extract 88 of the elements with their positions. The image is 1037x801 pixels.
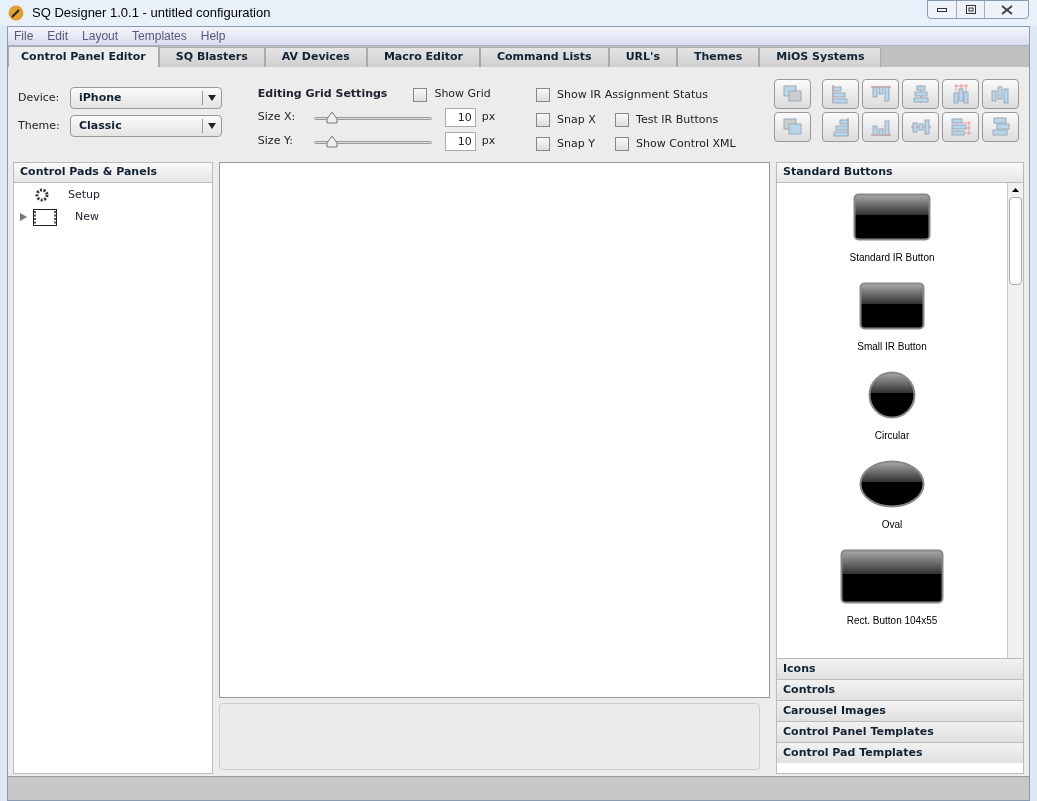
align-icon xyxy=(948,116,973,138)
checkbox[interactable] xyxy=(413,87,428,102)
tab[interactable]: SQ Blasters xyxy=(158,47,265,67)
device-dropdown[interactable]: iPhone xyxy=(70,87,222,109)
align-button[interactable] xyxy=(902,112,939,142)
section-header[interactable]: Carousel Images xyxy=(777,700,1023,721)
tab[interactable]: AV Devices xyxy=(264,47,367,67)
tab[interactable]: Control Panel Editor xyxy=(8,46,159,67)
tab[interactable]: Themes xyxy=(676,47,760,67)
checkbox-label: Show Grid xyxy=(434,86,491,103)
palette-item-label: Small IR Button xyxy=(857,340,927,354)
align-button[interactable] xyxy=(982,79,1019,109)
menu-item[interactable]: Help xyxy=(200,27,226,45)
palette-item-label: Oval xyxy=(881,518,903,532)
align-button[interactable] xyxy=(902,79,939,109)
gear-icon xyxy=(34,187,50,203)
tree-item[interactable]: New xyxy=(14,206,212,228)
menu-item[interactable]: Layout xyxy=(82,27,119,45)
minimize-icon xyxy=(937,6,947,13)
close-icon xyxy=(999,4,1014,15)
number-field[interactable]: 10 xyxy=(444,132,476,151)
palette-item-label: Rect. Button 104x55 xyxy=(846,614,938,628)
tab[interactable]: Command Lists xyxy=(480,47,609,67)
slider-label: Size Y: xyxy=(257,133,294,150)
pencil-app-icon xyxy=(8,5,24,21)
checkbox-label: Show IR Assignment Status xyxy=(557,87,708,103)
menu-item[interactable]: Templates xyxy=(132,27,187,45)
dropdown-arrow-icon xyxy=(207,123,216,129)
tab[interactable]: URL's xyxy=(608,47,677,67)
align-button[interactable] xyxy=(982,112,1019,142)
button-preview[interactable] xyxy=(859,460,925,508)
layer-order-button[interactable] xyxy=(774,79,811,109)
checkbox-label: Test IR Buttons xyxy=(636,111,719,128)
window-title: SQ Designer 1.0.1 - untitled configuration xyxy=(32,4,271,23)
scrollbar[interactable] xyxy=(1007,183,1023,658)
align-button[interactable] xyxy=(862,79,899,109)
palette-item-label: Standard IR Button xyxy=(849,251,935,265)
panel-header: Control Pads & Panels xyxy=(14,163,212,183)
checkbox[interactable] xyxy=(536,112,551,127)
button-preview[interactable] xyxy=(853,193,931,241)
tab[interactable]: Macro Editor xyxy=(366,47,480,67)
checkbox[interactable] xyxy=(615,112,630,127)
grid-settings-heading: Editing Grid Settings xyxy=(257,86,388,103)
align-button[interactable] xyxy=(862,112,899,142)
scrollbar-thumb[interactable] xyxy=(1009,197,1022,285)
align-button[interactable] xyxy=(822,79,859,109)
maximize-icon xyxy=(965,5,976,14)
layers-icon xyxy=(780,116,805,138)
dropdown-arrow-icon xyxy=(207,95,216,101)
slider-label: Size X: xyxy=(257,109,297,126)
checkbox-label: Snap Y xyxy=(557,136,595,152)
button-preview[interactable] xyxy=(868,371,916,419)
section-header[interactable]: Icons xyxy=(777,658,1023,679)
section-header[interactable]: Control Pad Templates xyxy=(777,742,1023,763)
tree-item[interactable]: Setup xyxy=(14,184,212,206)
slider-thumb[interactable] xyxy=(325,134,338,148)
align-button[interactable] xyxy=(942,79,979,109)
film-strip-icon xyxy=(33,208,57,226)
button-preview[interactable] xyxy=(840,549,944,604)
layers-icon xyxy=(780,83,805,105)
panel-header: Standard Buttons xyxy=(777,163,1023,183)
layer-order-button[interactable] xyxy=(774,112,811,142)
checkbox[interactable] xyxy=(615,137,630,152)
align-button[interactable] xyxy=(942,112,979,142)
checkbox-label: Snap X xyxy=(557,111,596,128)
tab[interactable]: MiOS Systems xyxy=(759,47,882,67)
slider[interactable] xyxy=(313,134,432,149)
unit-label: px xyxy=(481,133,496,150)
align-button[interactable] xyxy=(822,112,859,142)
menu-item[interactable]: Edit xyxy=(47,27,69,45)
checkbox-label: Show Control XML xyxy=(636,136,736,152)
theme-label: Theme: xyxy=(18,117,61,134)
align-icon xyxy=(868,83,893,105)
menu-item[interactable]: File xyxy=(14,27,34,45)
unit-label: px xyxy=(481,109,496,126)
align-icon xyxy=(908,116,933,138)
checkbox[interactable] xyxy=(536,137,551,152)
checkbox[interactable] xyxy=(536,88,551,103)
device-label: Device: xyxy=(18,89,61,106)
slider[interactable] xyxy=(313,110,432,125)
section-header[interactable]: Control Panel Templates xyxy=(777,721,1023,742)
theme-dropdown[interactable]: Classic xyxy=(70,115,222,137)
palette-item-label: Circular xyxy=(874,429,910,443)
scroll-up-icon[interactable] xyxy=(1012,188,1019,192)
button-preview[interactable] xyxy=(859,282,925,330)
slider-thumb[interactable] xyxy=(325,110,338,124)
section-header[interactable]: Controls xyxy=(777,679,1023,700)
number-field[interactable]: 10 xyxy=(444,108,476,127)
